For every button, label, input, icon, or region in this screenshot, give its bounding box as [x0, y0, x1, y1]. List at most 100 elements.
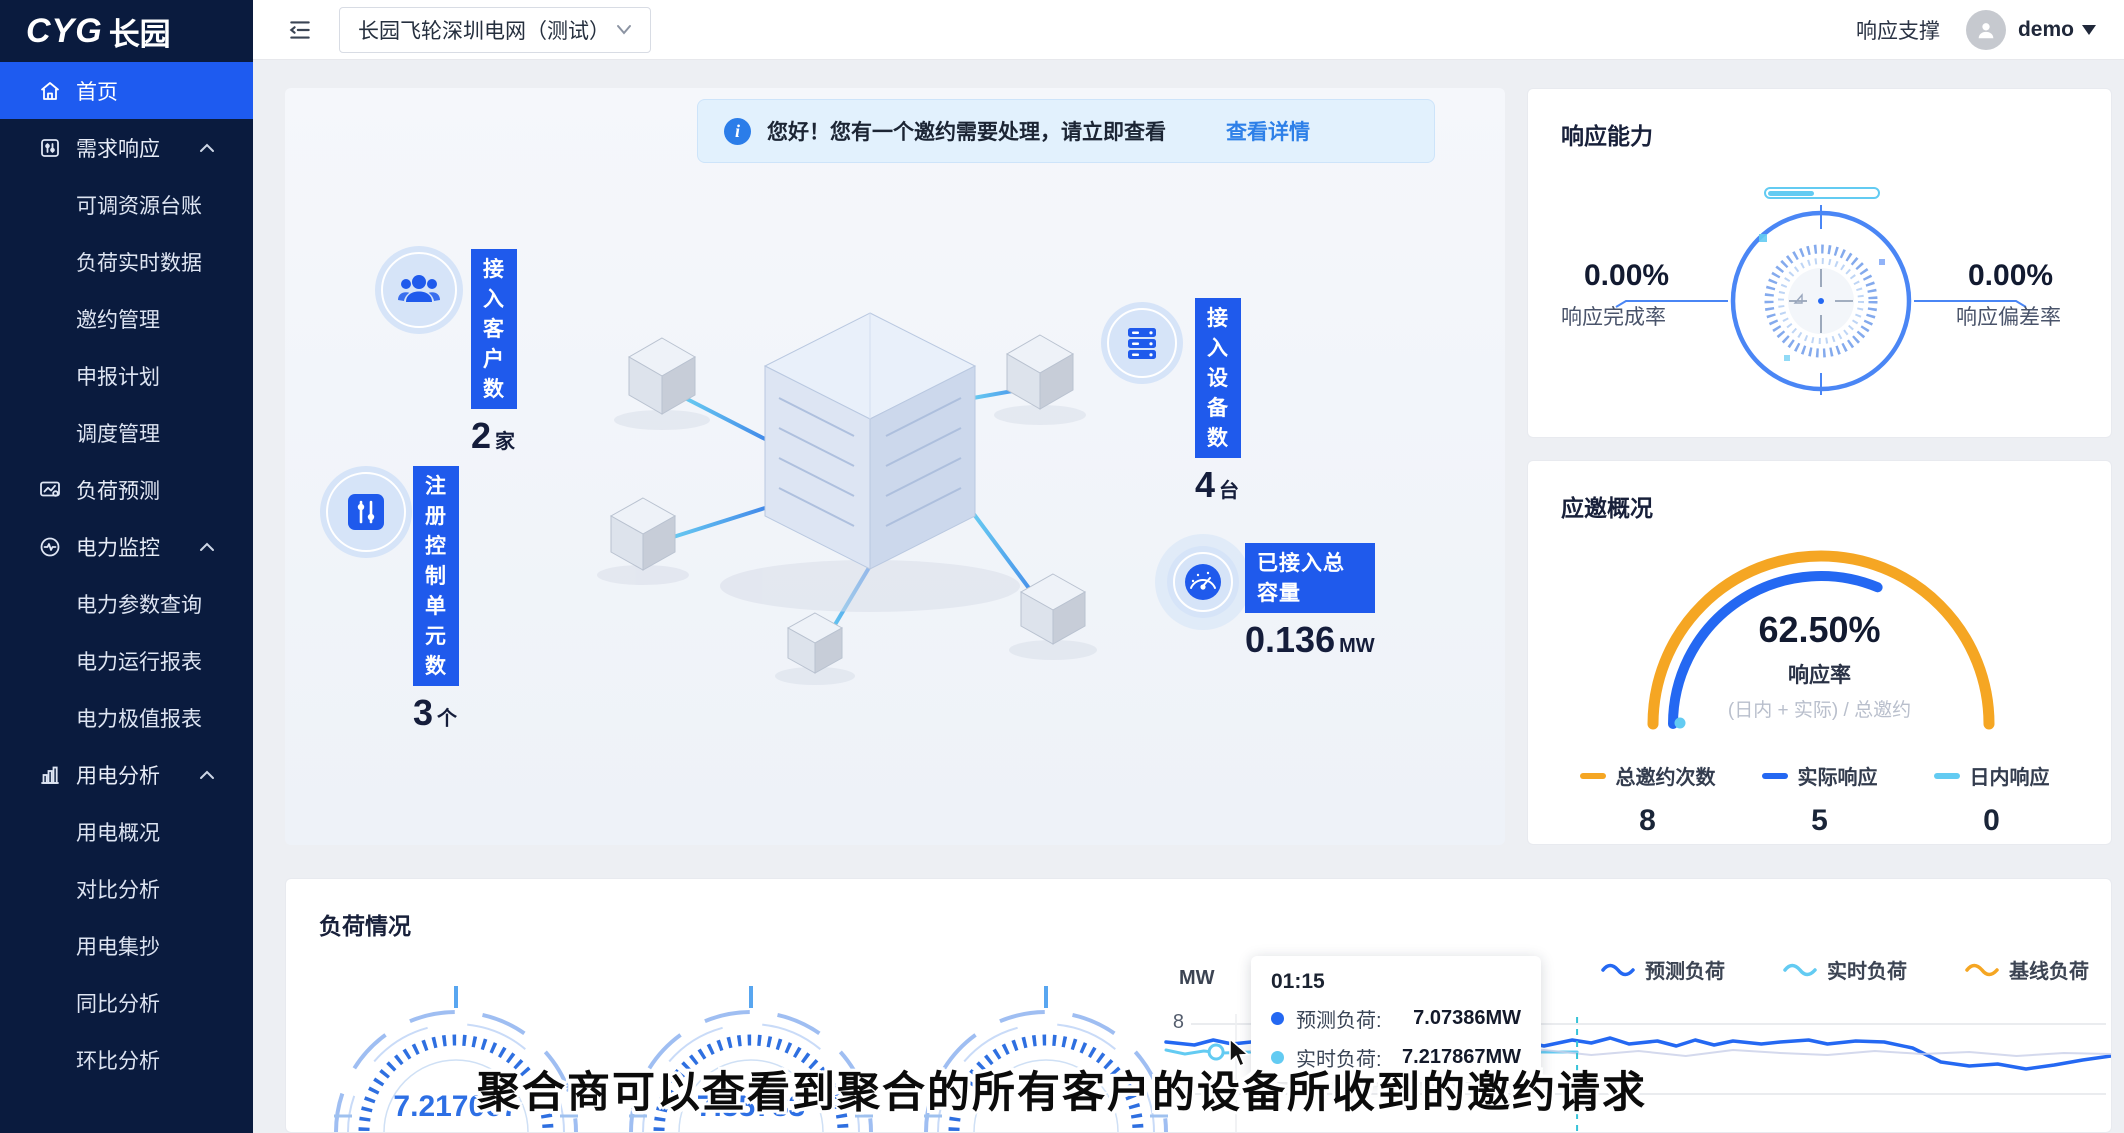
sidebar-item-5-sub[interactable]: 申报计划 [0, 347, 253, 404]
sidebar-item-1-group[interactable]: 需求响应 [0, 119, 253, 176]
stat-value: 2 [471, 415, 491, 456]
legend-label: 基线负荷 [2009, 955, 2089, 984]
demand-icon [38, 136, 62, 160]
sidebar-item-4-sub[interactable]: 邀约管理 [0, 290, 253, 347]
legend-item-forecast-load[interactable]: 预测负荷 [1601, 955, 1725, 984]
response-rate-label: 响应率 [1528, 659, 2111, 689]
invitation-legend: 总邀约次数 8 实际响应 5 日内响应 0 [1528, 761, 2111, 838]
sidebar-item-label: 申报计划 [76, 361, 160, 391]
sidebar-item-7-top[interactable]: 负荷预测 [0, 461, 253, 518]
legend-label: 预测负荷 [1645, 955, 1725, 984]
sidebar-item-11-sub[interactable]: 电力极值报表 [0, 689, 253, 746]
sidebar-item-label: 邀约管理 [76, 304, 160, 334]
video-subtitle-overlay: 聚合商可以查看到聚合的所有客户的设备所收到的邀约请求 [0, 1058, 2124, 1120]
sidebar-item-9-sub[interactable]: 电力参数查询 [0, 575, 253, 632]
response-rate-formula: (日内 + 实际) / 总邀约 [1528, 695, 2111, 722]
sidebar-nav: 首页需求响应可调资源台账负荷实时数据邀约管理申报计划调度管理负荷预测电力监控电力… [0, 62, 253, 1088]
invitation-overview-card: 应邀概况 62.50% 响应率 (日内 + 实际) / 总邀约 总邀约次数 8 … [1527, 460, 2112, 845]
completion-rate-value: 0.00% [1584, 259, 1669, 293]
capacity-icon [1167, 546, 1239, 618]
analysis-icon [38, 763, 62, 787]
stat-unit: 台 [1219, 480, 1239, 502]
user-icon [1975, 19, 1997, 41]
legend-label: 总邀约次数 [1616, 761, 1716, 790]
mouse-cursor [1228, 1038, 1254, 1068]
chart-legend: 预测负荷 实时负荷 基线负荷 [1601, 955, 2089, 984]
legend-label: 实际响应 [1798, 761, 1878, 790]
sidebar-item-label: 需求响应 [76, 133, 160, 163]
sidebar-item-13-sub[interactable]: 用电概况 [0, 803, 253, 860]
sidebar-item-label: 用电分析 [76, 760, 160, 790]
forecast-icon [38, 478, 62, 502]
sidebar-item-2-sub[interactable]: 可调资源台账 [0, 176, 253, 233]
completion-rate-label: 响应完成率 [1561, 301, 1666, 331]
customers-icon [375, 246, 463, 334]
cube-top-left [629, 338, 695, 414]
sidebar-item-14-sub[interactable]: 对比分析 [0, 860, 253, 917]
legend-item-actual-response[interactable]: 实际响应 5 [1734, 761, 1906, 838]
y-axis-unit-label: MW [1179, 967, 1215, 990]
wave-swatch-icon [1601, 961, 1635, 979]
stat-unit: 家 [495, 431, 515, 453]
cube-left [611, 498, 675, 570]
tooltip-value: 7.07386MW [1413, 1007, 1521, 1030]
legend-swatch [1580, 773, 1606, 779]
sidebar: CYG 长园 首页需求响应可调资源台账负荷实时数据邀约管理申报计划调度管理负荷预… [0, 0, 253, 1133]
response-rate-percent: 62.50% [1528, 609, 2111, 651]
chevron-down-icon [616, 24, 632, 36]
response-capability-card: 响应能力 0.00% 响应完成率 0.00% 响应偏差率 [1527, 88, 2112, 438]
org-selector-value: 长园飞轮深圳电网（测试） [358, 15, 610, 45]
cube-top-right [1007, 335, 1073, 409]
sidebar-item-12-group[interactable]: 用电分析 [0, 746, 253, 803]
sidebar-item-label: 同比分析 [76, 988, 160, 1018]
overview-hero-card: i 您好！您有一个邀约需要处理，请立即查看 查看详情 接入客户数 2家 [285, 88, 1505, 845]
user-menu-caret-icon[interactable] [2082, 25, 2096, 35]
legend-value: 5 [1734, 804, 1906, 838]
sidebar-item-3-sub[interactable]: 负荷实时数据 [0, 233, 253, 290]
sidebar-item-15-sub[interactable]: 用电集抄 [0, 917, 253, 974]
stat-value: 0.136 [1245, 619, 1335, 660]
support-link[interactable]: 响应支撑 [1856, 15, 1940, 45]
view-details-link[interactable]: 查看详情 [1226, 116, 1310, 146]
stat-badge: 接入设备数 [1195, 298, 1241, 458]
stat-badge: 注册控制单元数 [413, 466, 459, 686]
sidebar-item-0-top[interactable]: 首页 [0, 62, 253, 119]
sidebar-item-label: 首页 [76, 76, 118, 106]
sidebar-item-16-sub[interactable]: 同比分析 [0, 974, 253, 1031]
org-selector-dropdown[interactable]: 长园飞轮深圳电网（测试） [339, 7, 651, 53]
deviation-rate-label: 响应偏差率 [1956, 301, 2061, 331]
sidebar-item-label: 电力监控 [76, 532, 160, 562]
deviation-rate-value: 0.00% [1968, 259, 2053, 293]
wave-swatch-icon [1783, 961, 1817, 979]
chevron-up-icon [199, 541, 215, 552]
sidebar-item-label: 负荷预测 [76, 475, 160, 505]
devices-icon [1101, 302, 1183, 384]
sidebar-item-8-group[interactable]: 电力监控 [0, 518, 253, 575]
sidebar-item-label: 负荷实时数据 [76, 247, 202, 277]
cube-right [1021, 574, 1085, 644]
legend-label: 日内响应 [1970, 761, 2050, 790]
sidebar-item-label: 对比分析 [76, 874, 160, 904]
chevron-up-icon [199, 769, 215, 780]
legend-item-intraday-response[interactable]: 日内响应 0 [1906, 761, 2078, 838]
legend-value: 0 [1906, 804, 2078, 838]
sidebar-item-10-sub[interactable]: 电力运行报表 [0, 632, 253, 689]
legend-swatch [1934, 773, 1960, 779]
monitor-icon [38, 535, 62, 559]
sidebar-item-label: 电力极值报表 [76, 703, 202, 733]
sidebar-collapse-icon[interactable] [287, 17, 313, 43]
sidebar-item-6-sub[interactable]: 调度管理 [0, 404, 253, 461]
legend-swatch [1762, 773, 1788, 779]
legend-item-baseline-load[interactable]: 基线负荷 [1965, 955, 2089, 984]
user-avatar[interactable] [1966, 10, 2006, 50]
brand-logo-cn: 长园 [109, 9, 171, 54]
wave-swatch-icon [1965, 961, 1999, 979]
legend-item-total-invites[interactable]: 总邀约次数 8 [1562, 761, 1734, 838]
sidebar-item-label: 用电概况 [76, 817, 160, 847]
username-label[interactable]: demo [2018, 18, 2074, 42]
sidebar-item-label: 用电集抄 [76, 931, 160, 961]
legend-item-realtime-load[interactable]: 实时负荷 [1783, 955, 1907, 984]
server-cube [765, 313, 975, 569]
brand-logo-latin: CYG [26, 12, 103, 51]
cube-bottom [788, 613, 842, 673]
